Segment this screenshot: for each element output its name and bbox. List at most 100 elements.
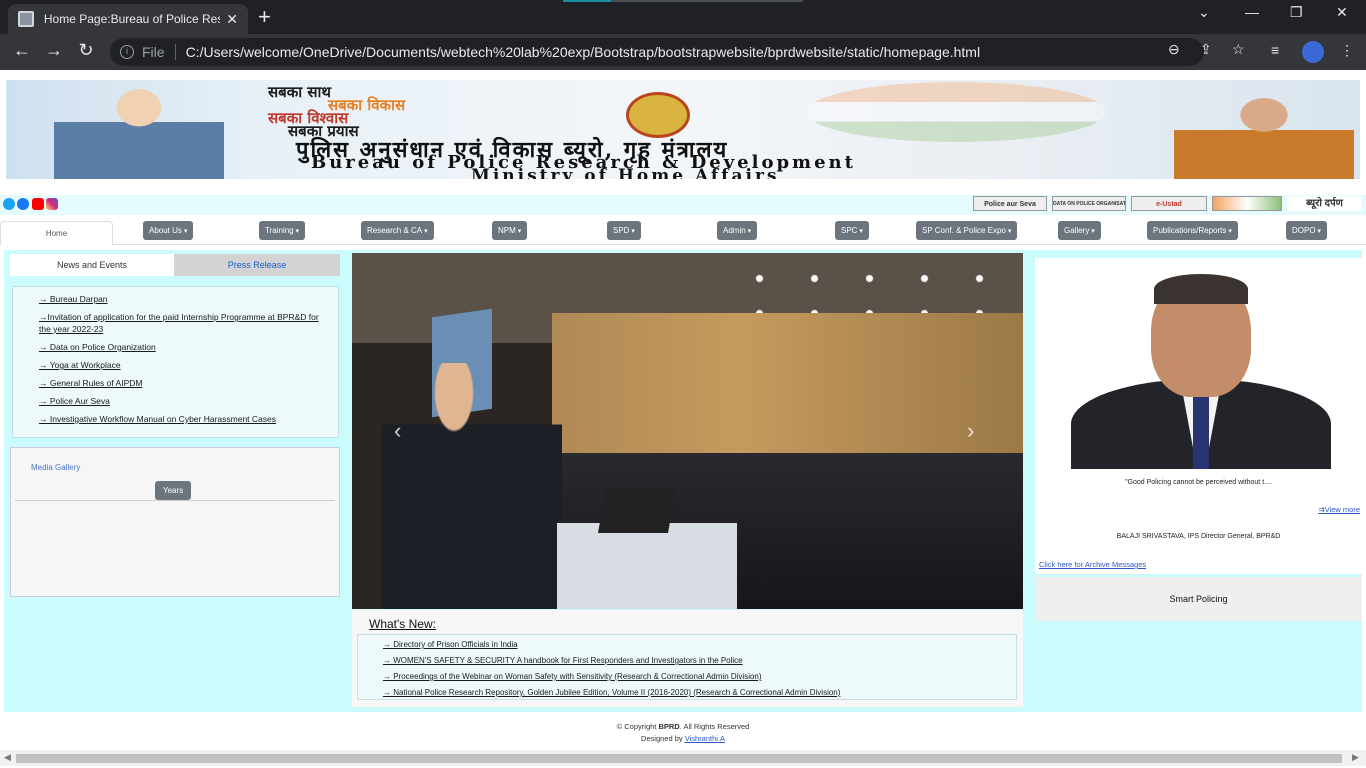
partner-data-on-police-organisation[interactable]: DATA ON POLICE ORGANISATION [1052,196,1126,211]
browser-menu-icon[interactable]: ⋮ [1340,42,1354,59]
dg-quote: "Good Policing cannot be perceived witho… [1125,479,1272,486]
url-omnibox[interactable]: i File C:/Users/welcome/OneDrive/Documen… [110,38,1204,66]
banner-slogan: सबका साथ सबका विकास सबका विश्वास सबका प्… [268,83,568,139]
browser-tab[interactable]: Home Page:Bureau of Police Rese ✕ [8,4,248,34]
scrollbar-thumb[interactable] [16,754,1342,763]
close-tab-icon[interactable]: ✕ [226,11,238,28]
close-window-button[interactable]: ✕ [1336,4,1348,21]
smart-policing-box[interactable]: Smart Policing [1035,577,1362,621]
nav-npm[interactable]: NPM [492,221,528,240]
carousel-next-icon[interactable]: › [967,418,974,444]
copyright-org: BPRD [658,722,680,731]
news-tabs: News and Events Press Release [10,254,340,276]
whats-new-panel: What's New: → Directory of Prison Offici… [352,610,1023,707]
bookmark-star-icon[interactable]: ☆ [1232,41,1245,58]
site-banner: सबका साथ सबका विकास सबका विश्वास सबका प्… [6,80,1360,179]
whats-new-item-webinar[interactable]: → Proceedings of the Webinar on Woman Sa… [383,672,1016,682]
partner-bureau-darpan[interactable]: ब्यूरो दर्पण [1287,196,1362,211]
copyright-suffix: . All Rights Reserved [679,722,750,731]
view-more-link[interactable]: ⇉View more [1318,505,1360,514]
whats-new-item-research-repository[interactable]: → National Police Research Repository, G… [383,688,1016,698]
news-item-internship[interactable]: →Invitation of application for the paid … [39,311,328,335]
archive-messages-link[interactable]: Click here for Archive Messages [1039,560,1146,569]
media-gallery-label[interactable]: Media Gallery [31,463,80,472]
forward-button[interactable]: → [42,40,66,61]
whats-new-list: → Directory of Prison Officials in India… [357,634,1017,700]
nav-research-ca[interactable]: Research & CA [361,221,434,240]
scroll-left-arrow-icon[interactable]: ◀ [4,752,11,763]
director-general-panel: "Good Policing cannot be perceived witho… [1035,258,1362,574]
nav-dopo[interactable]: DOPO [1286,221,1328,240]
news-item-data-on-police[interactable]: → Data on Police Organization [39,341,328,353]
tab-press-release[interactable]: Press Release [174,254,340,276]
url-scheme-label: File [142,44,165,60]
media-gallery-panel: Media Gallery Years [10,447,340,597]
twitter-icon[interactable] [3,198,15,210]
banner-portrait-right [1174,90,1354,179]
copyright-line: © Copyright BPRD. All Rights Reserved [0,722,1366,731]
scroll-right-arrow-icon[interactable]: ▶ [1352,752,1359,763]
partner-azadi-ka-amrit-mahotsav[interactable] [1212,196,1282,211]
tab-title: Home Page:Bureau of Police Rese [43,12,221,26]
designed-by-label: Designed by [640,734,685,743]
omnibox-divider [174,44,176,60]
media-divider [15,500,335,501]
slogan-line-1: सबका साथ [268,83,331,101]
partner-e-ustad[interactable]: e-Ustad [1131,196,1207,211]
page-favicon-icon [18,11,34,27]
years-dropdown-button[interactable]: Years [155,481,192,500]
partner-police-aur-seva[interactable]: Police aur Seva [973,196,1047,211]
reload-button[interactable]: ↻ [74,40,98,61]
media-control-icon[interactable]: ≡ [1271,42,1279,58]
new-tab-button[interactable]: + [258,5,271,29]
url-text[interactable]: C:/Users/welcome/OneDrive/Documents/webt… [186,44,981,60]
facebook-icon[interactable] [17,198,29,210]
nav-about-us[interactable]: About Us [143,221,194,240]
nav-home-tab[interactable]: Home [0,221,113,245]
site-info-icon[interactable]: i [120,45,134,59]
designer-link[interactable]: Vishranthi.A [685,734,725,743]
whats-new-heading: What's New: [369,617,436,631]
nav-publications-reports[interactable]: Publications/Reports [1147,221,1238,240]
copyright-prefix: © Copyright [616,722,659,731]
news-item-general-rules[interactable]: → General Rules of AIPDM [39,377,328,389]
carousel-podium [557,523,737,609]
news-item-bureau-darpan[interactable]: → Bureau Darpan [39,293,328,305]
tab-strip-indicator [563,0,611,2]
news-item-cyber-harassment[interactable]: → Investigative Workflow Manual on Cyber… [39,413,328,425]
nav-admin[interactable]: Admin [717,221,758,240]
share-icon[interactable]: ⇪ [1200,41,1212,58]
main-navbar: Home About Us Training Research & CA NPM… [0,217,1366,245]
nav-sp-conf-police-expo[interactable]: SP Conf. & Police Expo [916,221,1018,240]
tab-strip-indicator-2 [611,0,803,2]
minimize-window-button[interactable]: — [1245,4,1259,20]
designed-by-line: Designed by Vishranthi.A [0,734,1366,743]
nav-gallery[interactable]: Gallery [1058,221,1101,240]
director-general-photo [1051,269,1348,469]
instagram-icon[interactable] [46,198,58,210]
nav-spd[interactable]: SPD [607,221,641,240]
carousel-wall [552,313,1023,463]
page-footer: © Copyright BPRD. All Rights Reserved De… [0,712,1366,748]
image-carousel[interactable]: ‹ › [352,253,1023,609]
horizontal-scrollbar[interactable]: ◀ ▶ [0,750,1366,766]
carousel-laptop [598,488,676,533]
nav-spc[interactable]: SPC [835,221,869,240]
news-item-yoga[interactable]: → Yoga at Workplace [39,359,328,371]
whats-new-item-womens-safety[interactable]: → WOMEN'S SAFETY & SECURITY A handbook f… [383,656,1016,666]
tab-search-chevron-icon[interactable]: ⌄ [1198,4,1210,21]
carousel-prev-icon[interactable]: ‹ [394,418,401,444]
news-item-police-aur-seva[interactable]: → Police Aur Seva [39,395,328,407]
browser-tab-bar: Home Page:Bureau of Police Rese ✕ + ⌄ — … [0,0,1366,34]
dg-hair [1154,274,1248,304]
zoom-icon[interactable]: ⊖ [1168,41,1180,58]
nav-training[interactable]: Training [259,221,306,240]
restore-window-button[interactable]: ❐ [1290,4,1303,21]
whats-new-item-prison-directory[interactable]: → Directory of Prison Officials in India [383,640,1016,650]
dg-tie [1193,394,1209,469]
tab-news-and-events[interactable]: News and Events [10,254,174,276]
back-button[interactable]: ← [10,40,34,61]
profile-avatar[interactable] [1302,41,1324,63]
browser-address-bar: ← → ↻ i File C:/Users/welcome/OneDrive/D… [0,34,1366,70]
youtube-icon[interactable] [32,198,44,210]
